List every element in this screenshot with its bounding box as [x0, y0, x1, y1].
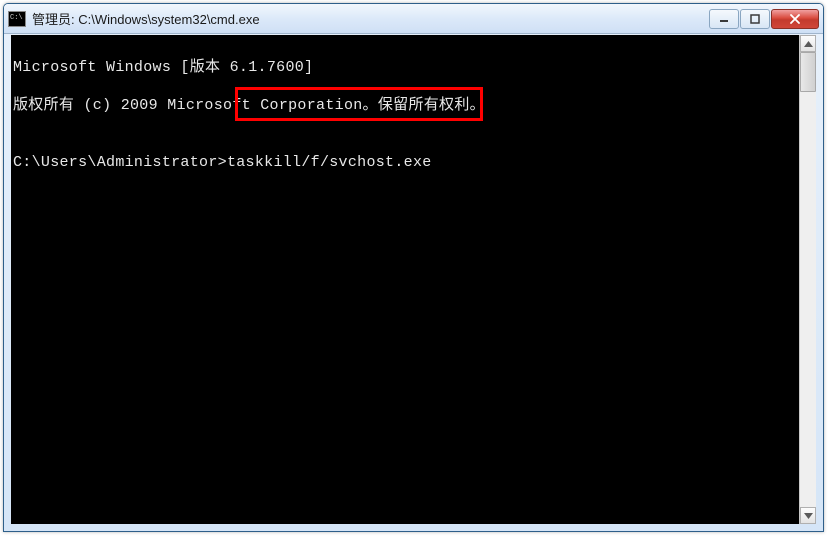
- close-button[interactable]: [771, 9, 819, 29]
- console-line: 版权所有 (c) 2009 Microsoft Corporation。保留所有…: [13, 96, 797, 115]
- scroll-track[interactable]: [800, 52, 816, 507]
- console-area[interactable]: Microsoft Windows [版本 6.1.7600] 版权所有 (c)…: [11, 35, 799, 524]
- scroll-down-button[interactable]: [800, 507, 816, 524]
- vertical-scrollbar[interactable]: [799, 35, 816, 524]
- cmd-icon: [8, 11, 26, 27]
- scroll-up-button[interactable]: [800, 35, 816, 52]
- maximize-button[interactable]: [740, 9, 770, 29]
- prompt-line: C:\Users\Administrator>taskkill/f/svchos…: [13, 153, 797, 172]
- minimize-button[interactable]: [709, 9, 739, 29]
- titlebar[interactable]: 管理员: C:\Windows\system32\cmd.exe: [4, 4, 823, 34]
- console-line: Microsoft Windows [版本 6.1.7600]: [13, 58, 797, 77]
- prompt: C:\Users\Administrator>: [13, 153, 227, 172]
- window-title: 管理员: C:\Windows\system32\cmd.exe: [32, 9, 709, 28]
- window-frame: 管理员: C:\Windows\system32\cmd.exe Microso…: [3, 3, 824, 532]
- client-area: Microsoft Windows [版本 6.1.7600] 版权所有 (c)…: [11, 35, 816, 524]
- command-input[interactable]: taskkill/f/svchost.exe: [227, 153, 432, 172]
- scroll-thumb[interactable]: [800, 52, 816, 92]
- window-controls: [709, 9, 819, 29]
